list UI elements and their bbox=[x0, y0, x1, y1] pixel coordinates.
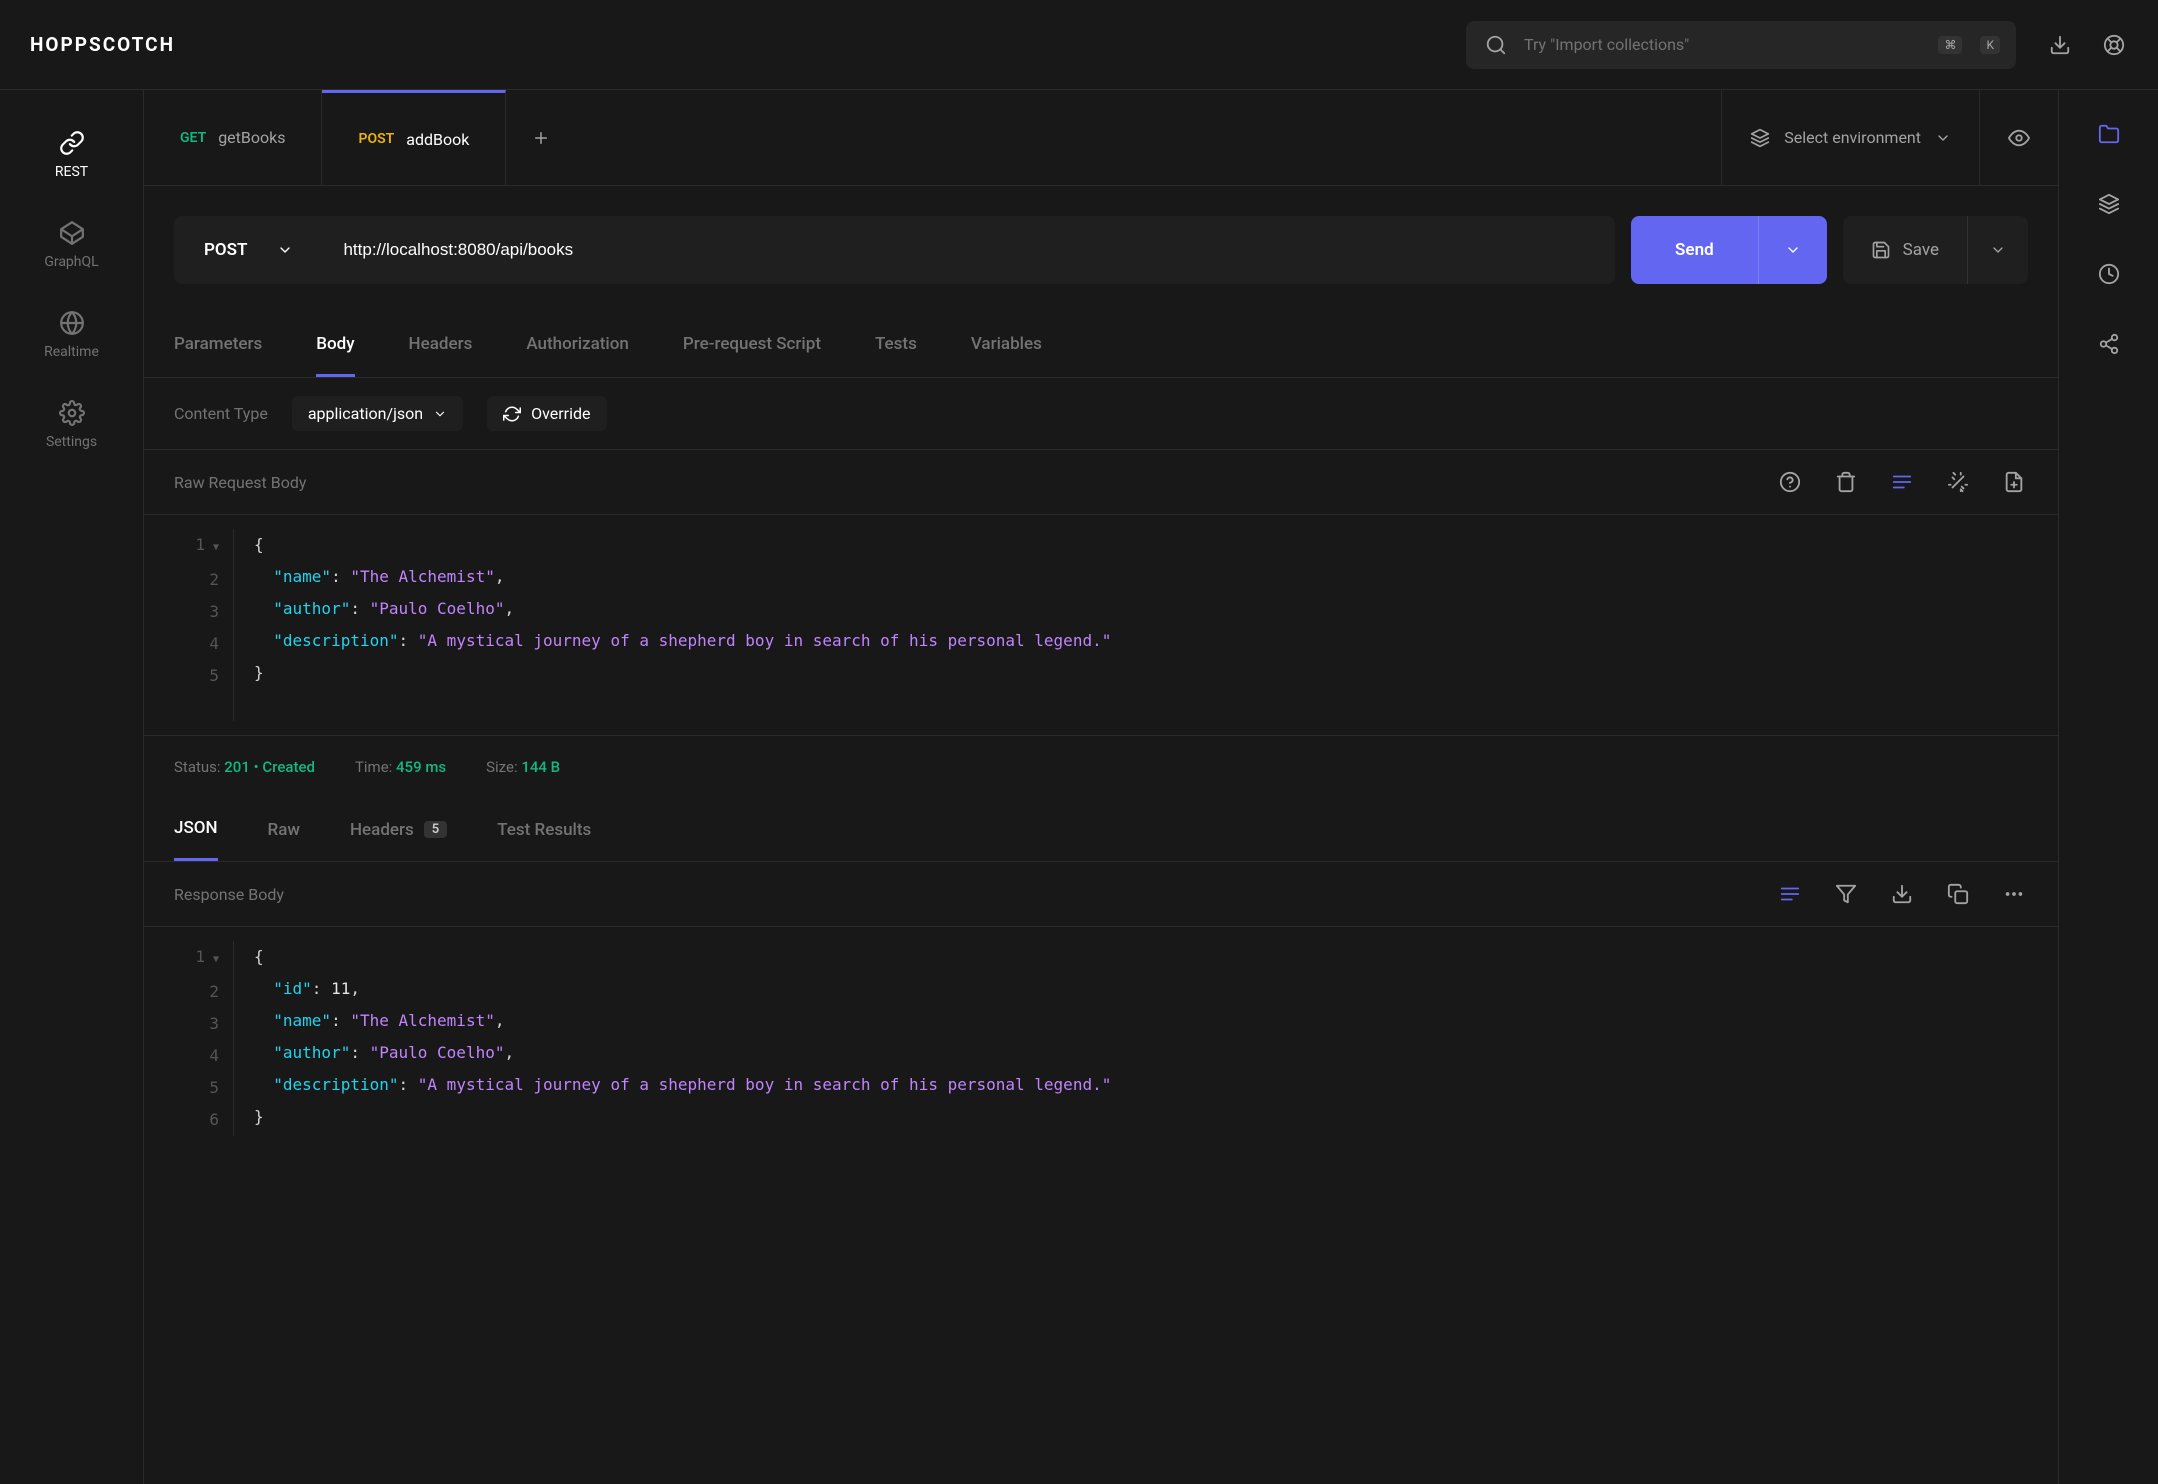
size-value: 144 B bbox=[521, 758, 560, 776]
method-value: POST bbox=[204, 240, 247, 260]
tab-getbooks[interactable]: GET getBooks bbox=[144, 90, 322, 185]
tab-name-addbook: addBook bbox=[406, 130, 469, 149]
status-label: Status: bbox=[174, 758, 221, 776]
request-body-editor[interactable]: 1▼2345 { "name": "The Alchemist", "autho… bbox=[144, 515, 2058, 735]
kbd-cmd: ⌘ bbox=[1938, 36, 1962, 54]
tab-method-post: POST bbox=[358, 131, 394, 147]
sidebar-label-rest: REST bbox=[55, 164, 88, 180]
magic-wand-icon[interactable] bbox=[1944, 468, 1972, 496]
search-icon bbox=[1482, 31, 1510, 59]
environment-label: Select environment bbox=[1784, 128, 1921, 147]
chevron-down-icon bbox=[1935, 130, 1951, 146]
tab-addbook[interactable]: POST addBook bbox=[322, 90, 506, 185]
refresh-icon bbox=[503, 405, 521, 423]
filter-icon[interactable] bbox=[1832, 880, 1860, 908]
save-button[interactable]: Save bbox=[1843, 216, 2028, 284]
help-icon[interactable] bbox=[1776, 468, 1804, 496]
time-label: Time: bbox=[355, 758, 392, 776]
reqtab-authorization[interactable]: Authorization bbox=[526, 314, 629, 377]
resptab-headers[interactable]: Headers 5 bbox=[350, 798, 447, 861]
layers-icon[interactable] bbox=[2095, 190, 2123, 218]
status-code: 201 bbox=[224, 758, 250, 776]
reqtab-body[interactable]: Body bbox=[316, 314, 354, 377]
sidebar-item-rest[interactable]: REST bbox=[0, 110, 143, 200]
tab-name-getbooks: getBooks bbox=[218, 128, 285, 147]
sidebar-item-graphql[interactable]: GraphQL bbox=[0, 200, 143, 290]
content-type-label: Content Type bbox=[174, 404, 268, 423]
more-icon[interactable] bbox=[2000, 880, 2028, 908]
reqtab-prerequest[interactable]: Pre-request Script bbox=[683, 314, 821, 377]
add-tab-button[interactable] bbox=[506, 90, 576, 185]
url-input[interactable] bbox=[323, 216, 1615, 284]
history-icon[interactable] bbox=[2095, 260, 2123, 288]
response-body-editor[interactable]: 1▼23456 { "id": 11, "name": "The Alchemi… bbox=[144, 927, 2058, 1150]
request-body-code: { "name": "The Alchemist", "author": "Pa… bbox=[234, 529, 1111, 721]
save-icon bbox=[1871, 240, 1891, 260]
send-button[interactable]: Send bbox=[1631, 216, 1827, 284]
sidebar-label-realtime: Realtime bbox=[44, 344, 99, 360]
content-type-select[interactable]: application/json bbox=[292, 396, 463, 431]
trash-icon[interactable] bbox=[1832, 468, 1860, 496]
sidebar-label-graphql: GraphQL bbox=[44, 254, 98, 270]
save-options-button[interactable] bbox=[1967, 216, 2028, 284]
env-preview-button[interactable] bbox=[1979, 90, 2058, 185]
resptab-json[interactable]: JSON bbox=[174, 798, 218, 861]
environment-select[interactable]: Select environment bbox=[1721, 90, 1979, 185]
share-icon[interactable] bbox=[2095, 330, 2123, 358]
reqtab-tests[interactable]: Tests bbox=[875, 314, 917, 377]
resptab-testresults[interactable]: Test Results bbox=[497, 798, 591, 861]
file-plus-icon[interactable] bbox=[2000, 468, 2028, 496]
response-section-title: Response Body bbox=[174, 885, 1776, 904]
download-icon[interactable] bbox=[2046, 31, 2074, 59]
wrap-text-icon[interactable] bbox=[1888, 468, 1916, 496]
size-label: Size: bbox=[486, 758, 517, 776]
sidebar-label-settings: Settings bbox=[46, 434, 97, 450]
response-status-bar: Status: 201 • Created Time: 459 ms Size:… bbox=[144, 735, 2058, 798]
sidebar-item-settings[interactable]: Settings bbox=[0, 380, 143, 470]
override-label: Override bbox=[531, 404, 590, 423]
app-logo[interactable]: HOPPSCOTCH bbox=[30, 33, 175, 56]
editor-gutter: 1▼2345 bbox=[144, 529, 234, 721]
method-select[interactable]: POST bbox=[174, 216, 323, 284]
copy-icon[interactable] bbox=[1944, 880, 1972, 908]
wrap-text-icon[interactable] bbox=[1776, 880, 1804, 908]
override-button[interactable]: Override bbox=[487, 396, 606, 431]
chevron-down-icon bbox=[277, 242, 293, 258]
save-label: Save bbox=[1903, 240, 1939, 260]
response-body-code: { "id": 11, "name": "The Alchemist", "au… bbox=[234, 941, 1111, 1136]
sidebar-item-realtime[interactable]: Realtime bbox=[0, 290, 143, 380]
send-options-button[interactable] bbox=[1758, 216, 1827, 284]
body-section-title: Raw Request Body bbox=[174, 473, 1776, 492]
time-value: 459 ms bbox=[396, 758, 446, 776]
search-placeholder: Try "Import collections" bbox=[1524, 35, 1920, 54]
resptab-headers-label: Headers bbox=[350, 820, 414, 840]
status-text: Created bbox=[262, 758, 315, 776]
collections-icon[interactable] bbox=[2095, 120, 2123, 148]
reqtab-parameters[interactable]: Parameters bbox=[174, 314, 262, 377]
editor-gutter: 1▼23456 bbox=[144, 941, 234, 1136]
resptab-raw[interactable]: Raw bbox=[268, 798, 300, 861]
headers-count-badge: 5 bbox=[424, 821, 447, 838]
kbd-k: K bbox=[1980, 36, 2000, 54]
search-input[interactable]: Try "Import collections" ⌘ K bbox=[1466, 21, 2016, 69]
tab-method-get: GET bbox=[180, 130, 206, 146]
reqtab-variables[interactable]: Variables bbox=[971, 314, 1042, 377]
content-type-value: application/json bbox=[308, 404, 423, 423]
send-label: Send bbox=[1631, 240, 1758, 260]
chevron-down-icon bbox=[433, 407, 447, 421]
reqtab-headers[interactable]: Headers bbox=[409, 314, 473, 377]
support-icon[interactable] bbox=[2100, 31, 2128, 59]
download-icon[interactable] bbox=[1888, 880, 1916, 908]
